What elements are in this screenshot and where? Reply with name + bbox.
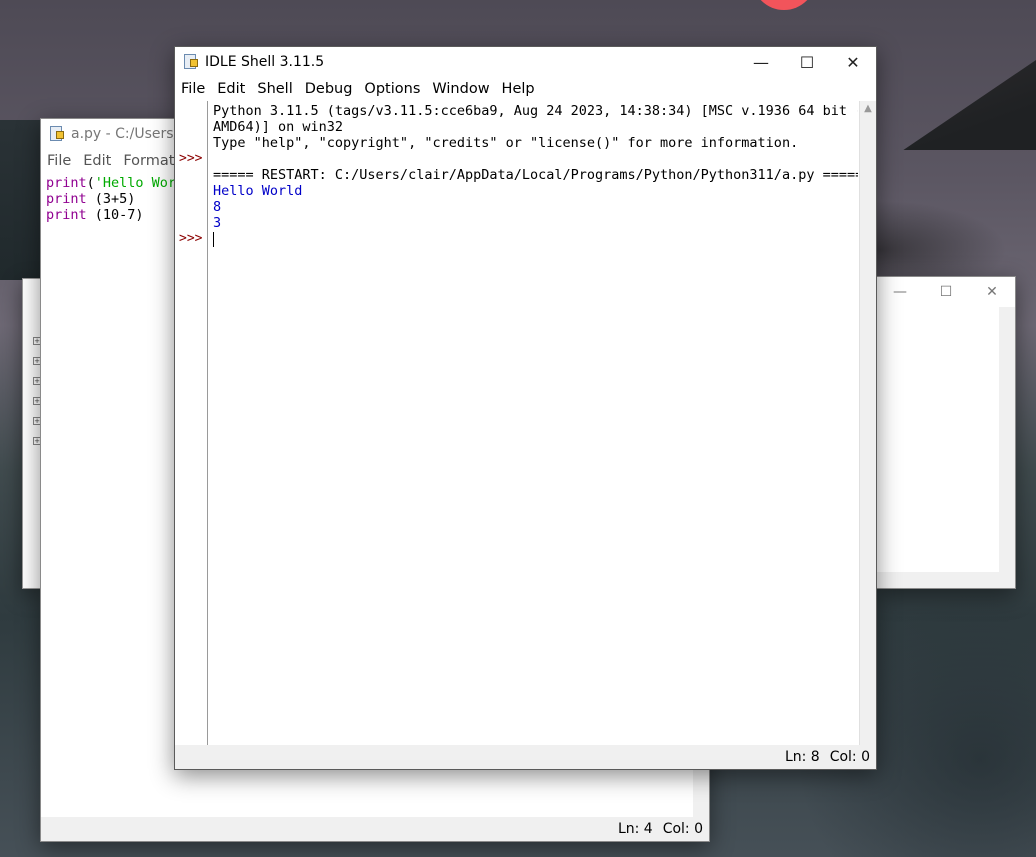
idle-app-icon [183,54,199,70]
close-icon[interactable]: ✕ [830,47,876,77]
shell-titlebar[interactable]: IDLE Shell 3.11.5 — ☐ ✕ [175,47,876,77]
restart-line: ===== RESTART: C:/Users/clair/AppData/Lo… [213,167,858,183]
output-line: Hello World [213,183,303,199]
wallpaper-sun [752,0,816,10]
banner-line: Type "help", "copyright", "credits" or "… [213,135,799,151]
menu-debug[interactable]: Debug [299,81,359,97]
maximize-icon[interactable]: ☐ [923,284,969,300]
menu-shell[interactable]: Shell [251,81,298,97]
editor-line-indicator: Ln: 4 [617,821,653,837]
shell-col-indicator: Col: 0 [829,749,870,765]
output-line: 3 [213,215,222,231]
banner-line: AMD64)] on win32 [213,119,344,135]
horizontal-scrollbar[interactable] [877,572,1015,588]
output-line: 8 [213,199,222,215]
text-caret [213,231,214,247]
input-line[interactable] [213,231,858,247]
background-explorer-window[interactable]: + + + + + + [22,278,42,589]
menu-edit[interactable]: Edit [211,81,251,97]
editor-col-indicator: Col: 0 [662,821,703,837]
shell-statusbar: Ln: 8 Col: 0 [175,745,876,769]
prompt-gutter: >>> >>> [175,101,208,745]
menu-help[interactable]: Help [496,81,541,97]
editor-statusbar: Ln: 4 Col: 0 [41,817,709,841]
minimize-icon[interactable]: — [877,284,923,300]
scroll-up-icon[interactable]: ▲ [860,101,876,117]
shell-title: IDLE Shell 3.11.5 [205,54,325,70]
menu-window[interactable]: Window [426,81,495,97]
background-right-window[interactable]: — ☐ ✕ [876,276,1016,589]
shell-line-indicator: Ln: 8 [784,749,820,765]
minimize-icon[interactable]: — [738,47,784,77]
banner-line: Python 3.11.5 (tags/v3.11.5:cce6ba9, Aug… [213,103,858,119]
menu-file[interactable]: File [41,153,77,169]
shell-text-area[interactable]: Python 3.11.5 (tags/v3.11.5:cce6ba9, Aug… [213,103,858,745]
idle-shell-window[interactable]: IDLE Shell 3.11.5 — ☐ ✕ File Edit Shell … [174,46,877,770]
vertical-scrollbar[interactable] [999,307,1015,572]
shell-prompt: >>> [179,151,203,166]
menu-options[interactable]: Options [358,81,426,97]
idle-app-icon [49,126,65,142]
maximize-icon[interactable]: ☐ [784,47,830,77]
right-window-titlebar[interactable]: — ☐ ✕ [877,277,1015,307]
wallpaper-roof [903,60,1036,150]
shell-prompt: >>> [179,231,203,246]
shell-menubar: File Edit Shell Debug Options Window Hel… [175,77,876,101]
shell-vertical-scrollbar[interactable]: ▲ [859,101,876,745]
menu-edit[interactable]: Edit [77,153,117,169]
menu-file[interactable]: File [175,81,211,97]
close-icon[interactable]: ✕ [969,284,1015,300]
menu-format[interactable]: Format [117,153,180,169]
shell-body: >>> >>> Python 3.11.5 (tags/v3.11.5:cce6… [175,101,876,745]
